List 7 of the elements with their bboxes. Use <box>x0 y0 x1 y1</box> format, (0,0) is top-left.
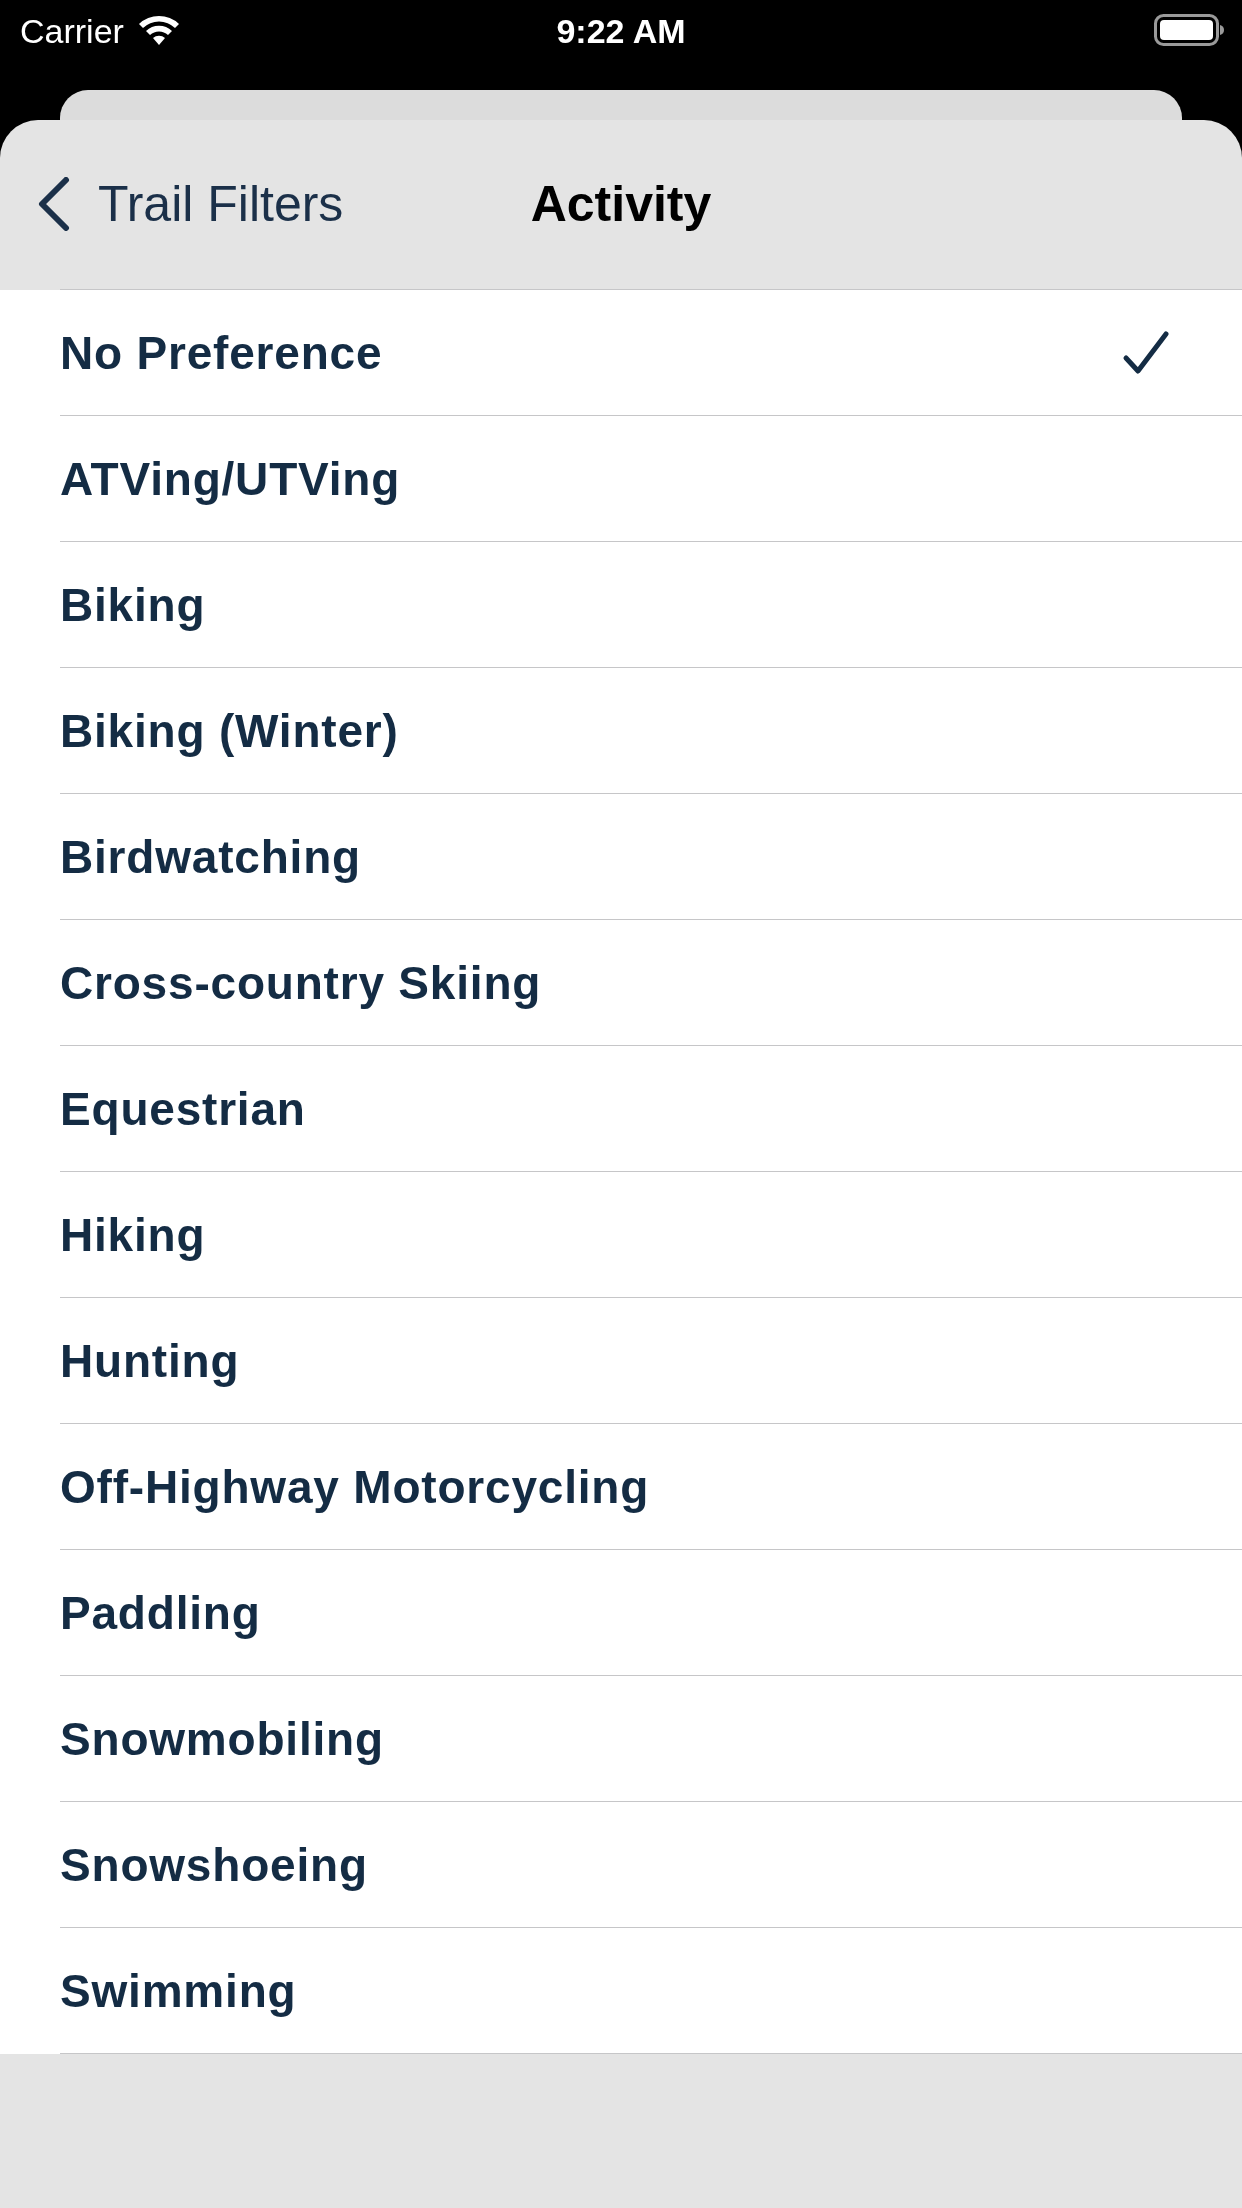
time-label: 9:22 AM <box>556 11 686 51</box>
battery-icon <box>1154 14 1224 46</box>
wifi-icon <box>137 14 180 45</box>
carrier-label: Carrier <box>20 11 124 51</box>
chevron-left-icon <box>38 176 70 231</box>
back-button[interactable]: Trail Filters <box>38 173 344 234</box>
nav-title: Activity <box>530 174 712 234</box>
